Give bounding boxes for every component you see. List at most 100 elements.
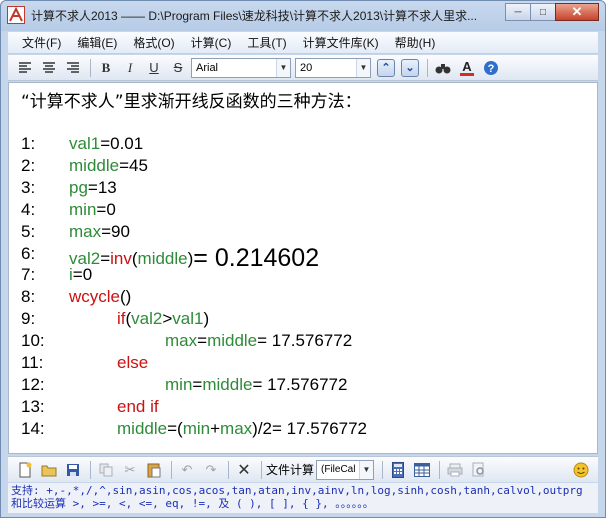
code-token: middle — [207, 331, 258, 351]
code-token: =45 — [119, 155, 148, 175]
toolbar-separator — [90, 58, 91, 77]
code-text: min=middle= 17.576772 — [165, 375, 347, 395]
line-number: 1: — [21, 134, 36, 153]
toolbar-separator — [171, 460, 172, 479]
code-token: = — [192, 374, 203, 394]
toolbar-separator — [439, 460, 441, 479]
chevron-down-icon[interactable]: ▼ — [356, 58, 370, 77]
find-binoculars-icon[interactable] — [432, 57, 454, 79]
decrease-size-icon[interactable]: ⌄ — [399, 57, 421, 79]
line-number: 6: — [21, 243, 36, 263]
line-number: 2: — [21, 155, 36, 175]
menu-calc-library[interactable]: 计算文件库(K) — [297, 34, 385, 51]
code-token: =0 — [96, 199, 116, 219]
redo-icon[interactable]: ↷ — [200, 459, 222, 481]
toolbar-separator — [90, 460, 91, 479]
code-text: max=90 — [69, 222, 130, 242]
title-bar[interactable]: 计算不求人2013 —— D:\Program Files\速龙科技\计算不求人… — [1, 1, 605, 29]
line-number: 7: — [21, 265, 36, 285]
code-text: else — [117, 353, 148, 373]
toolbar-separator — [228, 460, 229, 479]
assistant-smiley-icon[interactable] — [570, 459, 592, 481]
code-token: middle — [117, 418, 168, 438]
code-token: max — [165, 331, 198, 351]
code-token: middle — [69, 155, 120, 175]
increase-size-icon[interactable]: ⌃ — [375, 57, 397, 79]
code-token: min — [182, 418, 211, 438]
line-number: 5: — [21, 221, 36, 241]
code-token: val1 — [69, 134, 101, 153]
code-text: middle=45 — [69, 156, 148, 176]
file-calc-value: (FileCal — [321, 464, 356, 475]
code-text: end if — [117, 397, 159, 417]
menu-edit[interactable]: 编辑(E) — [71, 34, 123, 51]
code-token: > — [162, 309, 173, 329]
code-token: middle — [202, 374, 253, 394]
code-text: wcycle() — [69, 287, 131, 307]
code-token: max — [69, 221, 102, 241]
undo-icon[interactable]: ↶ — [176, 459, 198, 481]
copy-icon[interactable] — [95, 459, 117, 481]
code-token: else — [117, 353, 149, 372]
window-controls: ─ □ ✕ — [505, 3, 599, 23]
code-text: pg=13 — [69, 178, 117, 198]
code-token: min — [69, 199, 97, 219]
align-left-icon[interactable] — [14, 57, 36, 79]
menu-tools[interactable]: 工具(T) — [241, 34, 292, 51]
open-folder-icon[interactable] — [38, 459, 60, 481]
print-icon[interactable] — [444, 459, 466, 481]
font-size-select[interactable]: 20 ▼ — [295, 57, 371, 78]
code-token: = 17.576772 — [257, 331, 353, 351]
code-token: =0 — [72, 265, 93, 285]
align-center-icon[interactable] — [38, 57, 60, 79]
strikethrough-button[interactable]: S — [167, 57, 189, 79]
line-number: 9: — [21, 309, 36, 329]
new-file-icon[interactable] — [14, 459, 36, 481]
code-token: inv — [110, 248, 132, 268]
line-number: 4: — [21, 199, 36, 219]
editor-heading: “计算不求人”里求渐开线反函数的三种方法： — [21, 92, 362, 112]
minimize-button[interactable]: ─ — [505, 3, 531, 21]
menu-file[interactable]: 文件(F) — [16, 34, 67, 51]
help-icon[interactable]: ? — [480, 57, 502, 79]
print-preview-icon[interactable] — [468, 459, 490, 481]
maximize-button[interactable]: □ — [530, 3, 556, 21]
save-icon[interactable] — [62, 459, 84, 481]
code-token: if — [117, 309, 126, 329]
code-token: end if — [117, 396, 159, 416]
menu-bar: 文件(F) 编辑(E) 格式(O) 计算(C) 工具(T) 计算文件库(K) 帮… — [8, 32, 598, 54]
font-color-icon[interactable]: A — [456, 57, 478, 79]
font-family-value: Arial — [196, 61, 219, 74]
italic-button[interactable]: I — [119, 57, 141, 79]
code-token: =13 — [87, 177, 117, 197]
close-button[interactable]: ✕ — [555, 3, 599, 21]
table-icon[interactable] — [411, 459, 433, 481]
chevron-down-icon[interactable]: ▼ — [276, 58, 290, 77]
file-calc-label: 文件计算 — [266, 463, 315, 477]
cut-icon[interactable]: ✂ — [119, 459, 141, 481]
window-title: 计算不求人2013 —— D:\Program Files\速龙科技\计算不求人… — [31, 9, 478, 23]
code-text: val1=0.01 — [69, 134, 143, 154]
code-token: val2 — [131, 309, 163, 329]
menu-help[interactable]: 帮助(H) — [389, 34, 442, 51]
code-token: =( — [167, 418, 183, 438]
toolbar-separator — [382, 460, 384, 479]
paste-icon[interactable] — [143, 459, 165, 481]
calculator-icon[interactable] — [387, 459, 409, 481]
align-right-icon[interactable] — [62, 57, 84, 79]
underline-button[interactable]: U — [143, 57, 165, 79]
chevron-down-icon[interactable]: ▼ — [359, 460, 374, 479]
menu-format[interactable]: 格式(O) — [127, 34, 180, 51]
format-toolbar: B I U S Arial ▼ 20 ▼ ⌃ ⌄ A ? — [8, 55, 598, 81]
code-token: () — [120, 287, 132, 307]
file-calc-select[interactable]: (FileCal ▼ — [316, 459, 375, 480]
menu-calculate[interactable]: 计算(C) — [185, 34, 238, 51]
bold-button[interactable]: B — [95, 57, 117, 79]
delete-icon[interactable]: ✕ — [233, 459, 255, 481]
code-token: + — [210, 418, 221, 438]
standard-toolbar: ✂ ↶ ↷ ✕ 文件计算 (FileCal ▼ — [8, 456, 598, 482]
code-editor[interactable]: “计算不求人”里求渐开线反函数的三种方法： 1: val1=0.01 2: middl… — [8, 82, 598, 454]
code-token: = 17.576772 — [252, 374, 348, 394]
code-token: pg — [69, 177, 88, 197]
font-family-select[interactable]: Arial ▼ — [191, 57, 291, 78]
